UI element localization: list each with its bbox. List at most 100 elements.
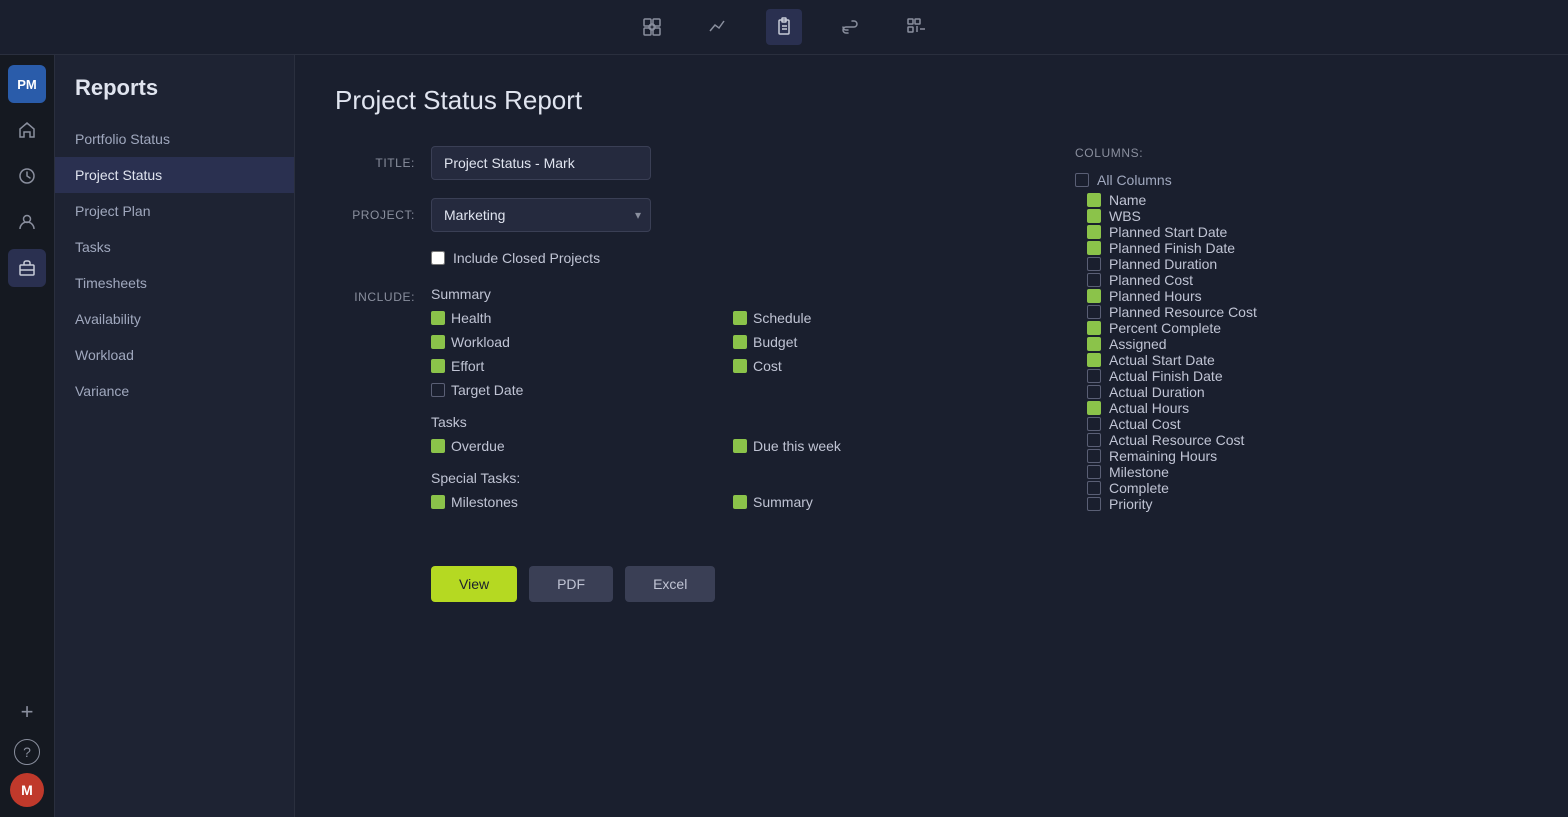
include-closed-checkbox[interactable] — [431, 251, 445, 265]
col-actual-resource-cost-label: Actual Resource Cost — [1109, 432, 1244, 448]
help-nav-icon[interactable]: ? — [14, 739, 40, 765]
users-nav-icon[interactable] — [8, 203, 46, 241]
include-health: Health — [431, 310, 713, 326]
col-priority-checkbox[interactable] — [1087, 497, 1101, 511]
briefcase-nav-icon[interactable] — [8, 249, 46, 287]
page-title: Project Status Report — [335, 85, 1528, 116]
tasks-grid: Overdue Due this week — [431, 438, 1015, 454]
col-remaining-hours-checkbox[interactable] — [1087, 449, 1101, 463]
col-planned-hours-checkbox[interactable] — [1087, 289, 1101, 303]
col-actual-cost-checkbox[interactable] — [1087, 417, 1101, 431]
overdue-checkbox-icon[interactable] — [431, 439, 445, 453]
sidebar-item-project-plan[interactable]: Project Plan — [55, 193, 294, 229]
columns-label: COLUMNS: — [1075, 146, 1395, 160]
search-zoom-icon[interactable] — [634, 9, 670, 45]
milestones-label: Milestones — [451, 494, 518, 510]
sidebar-item-timesheets[interactable]: Timesheets — [55, 265, 294, 301]
user-avatar[interactable]: M — [10, 773, 44, 807]
reports-sidebar: Reports Portfolio Status Project Status … — [55, 55, 295, 817]
col-priority-label: Priority — [1109, 496, 1153, 512]
excel-button[interactable]: Excel — [625, 566, 715, 602]
workload-checkbox-icon[interactable] — [431, 335, 445, 349]
project-row: PROJECT: Marketing Development Design Op… — [335, 198, 1015, 232]
link-icon[interactable] — [832, 9, 868, 45]
col-planned-resource-cost-label: Planned Resource Cost — [1109, 304, 1257, 320]
col-complete-label: Complete — [1109, 480, 1169, 496]
col-name-checkbox[interactable] — [1087, 193, 1101, 207]
col-actual-finish-date: Actual Finish Date — [1075, 368, 1390, 384]
due-this-week-checkbox-icon[interactable] — [733, 439, 747, 453]
all-columns-checkbox[interactable] — [1075, 173, 1089, 187]
summary-grid: Health Schedule Workload — [431, 310, 1015, 398]
sidebar-item-workload[interactable]: Workload — [55, 337, 294, 373]
col-actual-duration: Actual Duration — [1075, 384, 1390, 400]
include-budget: Budget — [733, 334, 1015, 350]
due-this-week-label: Due this week — [753, 438, 841, 454]
col-planned-duration-checkbox[interactable] — [1087, 257, 1101, 271]
include-cost: Cost — [733, 358, 1015, 374]
col-milestone-checkbox[interactable] — [1087, 465, 1101, 479]
pdf-button[interactable]: PDF — [529, 566, 613, 602]
col-actual-finish-date-label: Actual Finish Date — [1109, 368, 1223, 384]
chart-icon[interactable] — [700, 9, 736, 45]
add-nav-icon[interactable]: + — [8, 693, 46, 731]
effort-checkbox-icon[interactable] — [431, 359, 445, 373]
budget-checkbox-icon[interactable] — [733, 335, 747, 349]
target-date-checkbox-icon[interactable] — [431, 383, 445, 397]
form-section: TITLE: PROJECT: Marketing Development De… — [335, 146, 1528, 602]
col-percent-complete-checkbox[interactable] — [1087, 321, 1101, 335]
col-planned-start-date: Planned Start Date — [1075, 224, 1390, 240]
main-layout: PM + ? M — [0, 55, 1568, 817]
col-actual-duration-checkbox[interactable] — [1087, 385, 1101, 399]
sidebar-item-tasks[interactable]: Tasks — [55, 229, 294, 265]
col-actual-start-date-label: Actual Start Date — [1109, 352, 1215, 368]
view-button[interactable]: View — [431, 566, 517, 602]
col-percent-complete-label: Percent Complete — [1109, 320, 1221, 336]
special-tasks-grid: Milestones Summary — [431, 494, 1015, 510]
include-closed-label[interactable]: Include Closed Projects — [453, 250, 600, 266]
col-planned-resource-cost-checkbox[interactable] — [1087, 305, 1101, 319]
col-planned-cost-checkbox[interactable] — [1087, 273, 1101, 287]
col-assigned: Assigned — [1075, 336, 1390, 352]
col-actual-hours-checkbox[interactable] — [1087, 401, 1101, 415]
clipboard-icon[interactable] — [766, 9, 802, 45]
columns-panel: COLUMNS: All Columns Name W — [1075, 146, 1395, 602]
schedule-checkbox-icon[interactable] — [733, 311, 747, 325]
col-wbs-checkbox[interactable] — [1087, 209, 1101, 223]
home-nav-icon[interactable] — [8, 111, 46, 149]
structure-icon[interactable] — [898, 9, 934, 45]
col-actual-resource-cost-checkbox[interactable] — [1087, 433, 1101, 447]
col-planned-start-date-checkbox[interactable] — [1087, 225, 1101, 239]
health-checkbox-icon[interactable] — [431, 311, 445, 325]
app-logo[interactable]: PM — [8, 65, 46, 103]
budget-label: Budget — [753, 334, 797, 350]
col-actual-finish-date-checkbox[interactable] — [1087, 369, 1101, 383]
content-area: Project Status Report TITLE: PROJECT: Ma… — [295, 55, 1568, 817]
col-actual-start-date-checkbox[interactable] — [1087, 353, 1101, 367]
col-complete-checkbox[interactable] — [1087, 481, 1101, 495]
summary-label: Summary — [753, 494, 813, 510]
col-actual-hours: Actual Hours — [1075, 400, 1390, 416]
title-input[interactable] — [431, 146, 651, 180]
sidebar-item-availability[interactable]: Availability — [55, 301, 294, 337]
col-wbs-label: WBS — [1109, 208, 1141, 224]
sidebar-title: Reports — [55, 75, 294, 121]
col-planned-finish-date: Planned Finish Date — [1075, 240, 1390, 256]
history-nav-icon[interactable] — [8, 157, 46, 195]
col-planned-finish-date-checkbox[interactable] — [1087, 241, 1101, 255]
form-left: TITLE: PROJECT: Marketing Development De… — [335, 146, 1015, 602]
columns-scroll[interactable]: All Columns Name WBS Plann — [1075, 172, 1395, 512]
col-planned-resource-cost: Planned Resource Cost — [1075, 304, 1390, 320]
col-assigned-checkbox[interactable] — [1087, 337, 1101, 351]
project-select[interactable]: Marketing Development Design Operations — [431, 198, 651, 232]
title-row: TITLE: — [335, 146, 1015, 180]
milestones-checkbox-icon[interactable] — [431, 495, 445, 509]
effort-label: Effort — [451, 358, 484, 374]
summary-checkbox-icon[interactable] — [733, 495, 747, 509]
cost-checkbox-icon[interactable] — [733, 359, 747, 373]
sidebar-item-portfolio-status[interactable]: Portfolio Status — [55, 121, 294, 157]
sidebar-item-project-status[interactable]: Project Status — [55, 157, 294, 193]
sidebar-item-variance[interactable]: Variance — [55, 373, 294, 409]
include-closed-row: Include Closed Projects — [431, 250, 1015, 266]
tasks-group-title: Tasks — [431, 414, 1015, 430]
